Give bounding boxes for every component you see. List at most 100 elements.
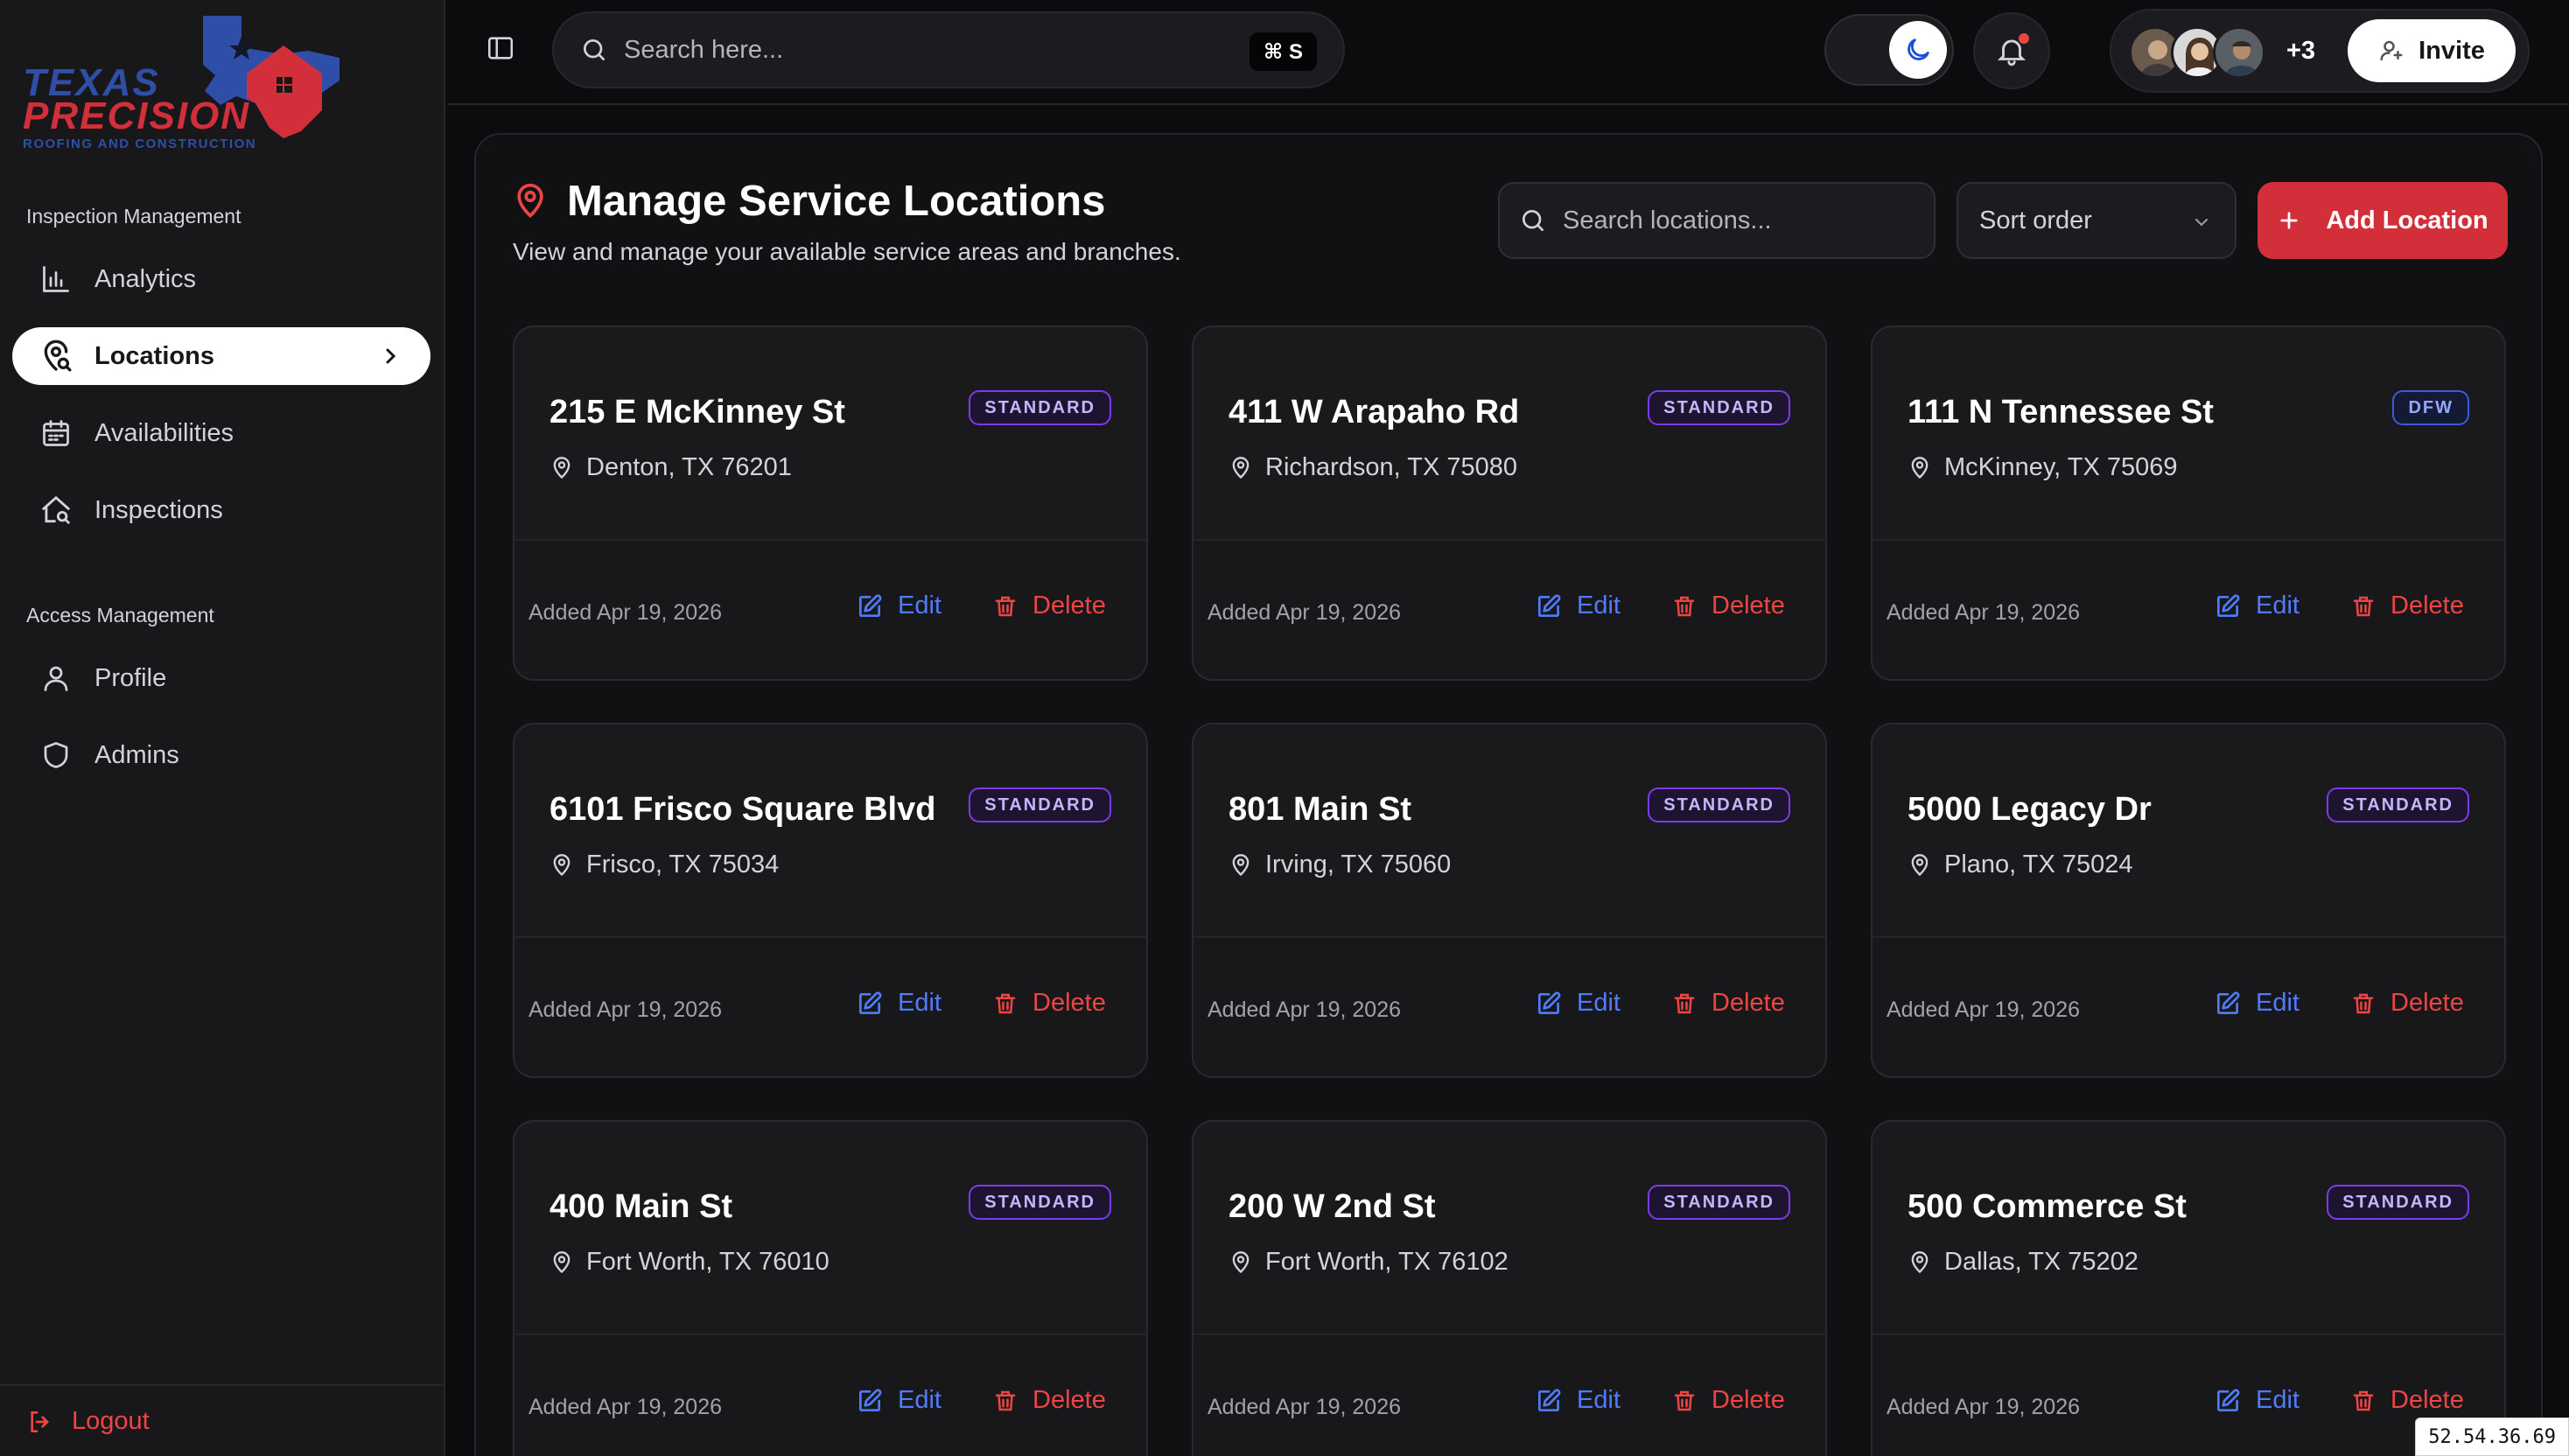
location-city: Denton, TX 76201: [586, 453, 792, 481]
location-card-footer: Added Apr 19, 2026 Edit Delete: [514, 1334, 1146, 1456]
sort-order-label: Sort order: [1979, 206, 2092, 234]
edit-label: Edit: [2256, 1386, 2300, 1414]
location-city-row: McKinney, TX 75069: [1908, 453, 2178, 482]
location-card-footer: Added Apr 19, 2026 Edit Delete: [1872, 539, 2504, 679]
location-added-date: Added Apr 19, 2026: [1886, 1395, 2081, 1419]
sidebar-item-locations[interactable]: Locations: [12, 327, 430, 385]
location-type-badge: STANDARD: [1648, 390, 1790, 425]
location-type-badge: STANDARD: [969, 788, 1111, 822]
edit-location-button[interactable]: Edit: [2214, 989, 2300, 1018]
edit-location-button[interactable]: Edit: [2214, 1386, 2300, 1415]
delete-location-button[interactable]: Delete: [1671, 1386, 1785, 1415]
team-more-count[interactable]: +3: [2286, 37, 2315, 66]
ip-address-tag: 52.54.36.69: [2415, 1418, 2569, 1456]
delete-label: Delete: [1032, 989, 1106, 1017]
add-location-button[interactable]: Add Location: [2258, 182, 2508, 259]
edit-icon: [859, 594, 882, 617]
avatar[interactable]: [2213, 26, 2265, 79]
location-card: 801 Main St STANDARD Irving, TX 75060 Ad…: [1192, 723, 1827, 1078]
trash-icon: [2353, 993, 2374, 1013]
delete-location-button[interactable]: Delete: [992, 1386, 1106, 1415]
sidebar-item-admins[interactable]: Admins: [12, 726, 430, 784]
location-type-badge: STANDARD: [1648, 1185, 1790, 1220]
brand-line2: PRECISION: [23, 94, 251, 137]
page-subtitle: View and manage your available service a…: [513, 238, 1181, 265]
logout-label: Logout: [72, 1407, 150, 1435]
location-added-date: Added Apr 19, 2026: [1886, 600, 2081, 625]
location-city-row: Fort Worth, TX 76010: [550, 1248, 830, 1277]
sidebar-item-analytics[interactable]: Analytics: [12, 250, 430, 308]
location-card-body: 400 Main St STANDARD Fort Worth, TX 7601…: [514, 1122, 1146, 1334]
location-card: 411 W Arapaho Rd STANDARD Richardson, TX…: [1192, 326, 1827, 681]
location-city: McKinney, TX 75069: [1944, 453, 2178, 481]
delete-label: Delete: [2390, 989, 2464, 1017]
edit-label: Edit: [898, 989, 942, 1017]
section-access-management: Access Management: [26, 604, 214, 626]
add-location-label: Add Location: [2326, 206, 2488, 234]
trash-icon: [1674, 1390, 1695, 1410]
edit-location-button[interactable]: Edit: [1535, 592, 1620, 620]
delete-location-button[interactable]: Delete: [992, 989, 1106, 1018]
location-city-row: Irving, TX 75060: [1228, 850, 1451, 879]
edit-location-button[interactable]: Edit: [856, 592, 942, 620]
delete-location-button[interactable]: Delete: [1671, 989, 1785, 1018]
location-added-date: Added Apr 19, 2026: [1208, 1395, 1402, 1419]
delete-label: Delete: [1712, 989, 1785, 1017]
delete-location-button[interactable]: Delete: [2350, 989, 2464, 1018]
edit-location-button[interactable]: Edit: [1535, 1386, 1620, 1415]
brand-tagline: ROOFING AND CONSTRUCTION: [23, 136, 257, 151]
location-type-badge: STANDARD: [969, 1185, 1111, 1220]
edit-location-button[interactable]: Edit: [856, 989, 942, 1018]
location-city-row: Dallas, TX 75202: [1908, 1248, 2138, 1277]
theme-toggle[interactable]: [1824, 14, 1954, 86]
location-card-footer: Added Apr 19, 2026 Edit Delete: [1194, 539, 1825, 679]
map-pin-icon: [553, 456, 570, 479]
location-search-input[interactable]: [1563, 206, 1930, 235]
map-pin-icon: [1232, 1250, 1250, 1273]
brand-logo[interactable]: TEXAS PRECISION ROOFING AND CONSTRUCTION: [19, 12, 346, 151]
shield-icon: [38, 738, 74, 773]
section-inspection-management: Inspection Management: [26, 205, 242, 228]
map-pin-icon: [553, 1250, 570, 1273]
edit-icon: [1538, 594, 1561, 617]
location-city: Richardson, TX 75080: [1265, 453, 1518, 481]
delete-location-button[interactable]: Delete: [1671, 592, 1785, 620]
delete-location-button[interactable]: Delete: [2350, 592, 2464, 620]
delete-location-button[interactable]: Delete: [2350, 1386, 2464, 1415]
trash-icon: [2353, 596, 2374, 616]
sidebar-item-availabilities[interactable]: Availabilities: [12, 404, 430, 462]
sort-order-select[interactable]: Sort order: [1956, 182, 2236, 259]
edit-icon: [2217, 594, 2240, 617]
sidebar-item-profile[interactable]: Profile: [12, 649, 430, 707]
bar-chart-icon: [38, 262, 74, 297]
chevron-right-icon: [386, 348, 396, 364]
delete-location-button[interactable]: Delete: [992, 592, 1106, 620]
location-card-footer: Added Apr 19, 2026 Edit Delete: [1872, 936, 2504, 1076]
notification-dot: [2019, 33, 2029, 44]
edit-location-button[interactable]: Edit: [856, 1386, 942, 1415]
location-city: Irving, TX 75060: [1265, 850, 1452, 878]
trash-icon: [1674, 596, 1695, 616]
notifications-button[interactable]: [1973, 12, 2050, 89]
sidebar-item-inspections[interactable]: Inspections: [12, 481, 430, 539]
global-search-input[interactable]: [624, 35, 1254, 65]
map-pin-icon: [1232, 456, 1250, 479]
global-search-bar[interactable]: ⌘ S: [552, 11, 1345, 88]
sidebar-toggle-button[interactable]: [486, 33, 515, 63]
location-search-bar[interactable]: [1498, 182, 1936, 259]
location-card-footer: Added Apr 19, 2026 Edit Delete: [514, 539, 1146, 679]
location-street: 411 W Arapaho Rd: [1228, 394, 1520, 430]
edit-location-button[interactable]: Edit: [2214, 592, 2300, 620]
page-title: Manage Service Locations: [567, 178, 1106, 225]
trash-icon: [995, 993, 1016, 1013]
edit-label: Edit: [898, 1386, 942, 1414]
location-street: 200 W 2nd St: [1228, 1188, 1436, 1225]
invite-button[interactable]: Invite: [2348, 19, 2516, 82]
location-card-footer: Added Apr 19, 2026 Edit Delete: [514, 936, 1146, 1076]
logout-button[interactable]: Logout: [26, 1407, 150, 1436]
location-card-footer: Added Apr 19, 2026 Edit Delete: [1872, 1334, 2504, 1456]
location-type-badge: DFW: [2392, 390, 2469, 425]
edit-location-button[interactable]: Edit: [1535, 989, 1620, 1018]
delete-label: Delete: [1712, 592, 1785, 620]
map-pin-icon: [1911, 456, 1928, 479]
